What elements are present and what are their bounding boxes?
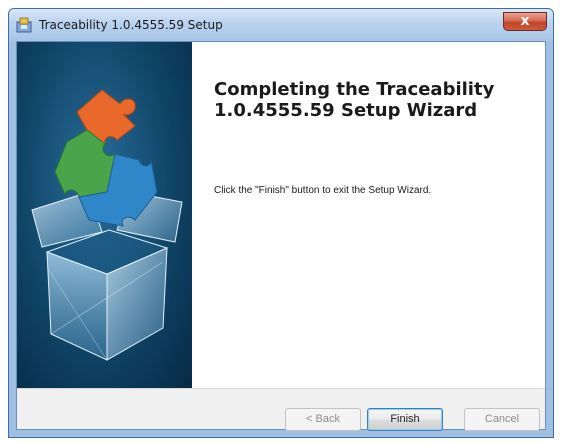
title-bar[interactable]: Traceability 1.0.4555.59 Setup x [9,9,553,41]
cancel-button[interactable]: Cancel [464,408,540,431]
puzzle-box-graphic [31,89,183,361]
back-button[interactable]: < Back [285,408,361,431]
close-icon: x [520,13,530,29]
finish-button[interactable]: Finish [367,408,443,431]
wizard-instructions: Click the "Finish" button to exit the Se… [214,185,432,196]
wizard-side-panel [17,42,192,388]
installer-icon [16,17,32,33]
wizard-heading: Completing the Traceability 1.0.4555.59 … [214,79,495,121]
button-bar: < Back Finish Cancel [17,388,545,431]
puzzle-piece-green [54,129,116,198]
window-title: Traceability 1.0.4555.59 Setup [39,18,223,32]
wizard-client-area: Completing the Traceability 1.0.4555.59 … [16,41,546,431]
setup-window: Traceability 1.0.4555.59 Setup x Complet… [8,8,554,438]
close-button[interactable]: x [503,12,547,31]
